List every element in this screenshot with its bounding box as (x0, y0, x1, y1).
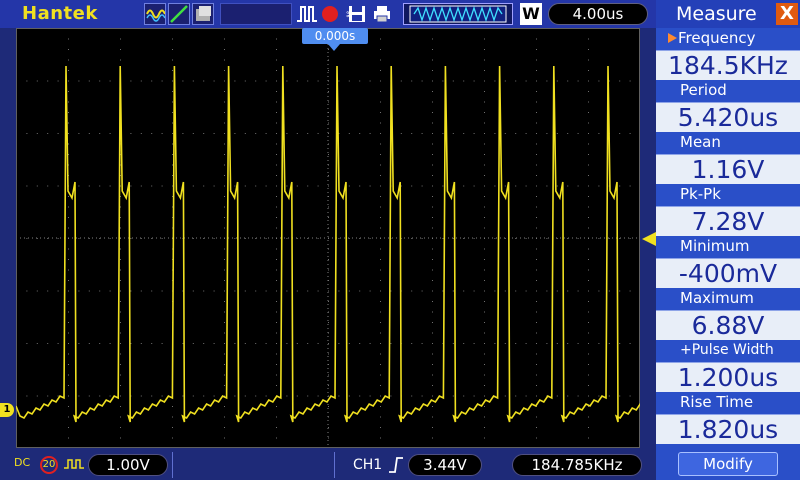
acquire-mode-icon (63, 456, 85, 472)
brand-logo: Hantek (22, 3, 98, 24)
toolbar-empty-slot (220, 3, 292, 25)
measure-value-frequency[interactable]: 184.5KHz (656, 50, 800, 80)
trigger-position-arrow-icon[interactable] (328, 44, 340, 51)
measure-label-period: Period (680, 81, 727, 99)
measure-label-rise-time: Rise Time (680, 393, 754, 411)
scope-display[interactable] (16, 28, 640, 448)
trigger-frequency-readout: 184.785KHz (512, 454, 642, 476)
measure-value-minimum[interactable]: -400mV (656, 258, 800, 288)
trigger-level-readout[interactable]: 3.44V (408, 454, 482, 476)
measure-label-mean: Mean (680, 133, 721, 151)
modify-button[interactable]: Modify (678, 452, 778, 476)
measure-label-pkpk: Pk-Pk (680, 185, 721, 203)
save-icon[interactable] (347, 4, 367, 24)
persistence-icon[interactable] (192, 3, 214, 25)
record-icon[interactable] (322, 6, 338, 22)
trigger-source-label: CH1 (353, 457, 383, 473)
status-separator (172, 452, 173, 478)
scope-canvas (16, 28, 640, 448)
close-button[interactable]: X (776, 3, 798, 25)
channel-1-marker[interactable]: 1 (0, 403, 14, 417)
ch1-scale-readout[interactable]: 1.00V (88, 454, 168, 476)
pulse-icon[interactable] (296, 3, 318, 25)
rising-edge-icon (388, 455, 404, 475)
sine-wave-icon[interactable] (144, 3, 166, 25)
mode-w-button[interactable]: W (520, 3, 542, 25)
waveform-mode-icons (144, 3, 214, 25)
ramp-icon[interactable] (168, 3, 190, 25)
measure-label-maximum: Maximum (680, 289, 754, 307)
print-icon[interactable] (372, 4, 392, 24)
top-toolbar: Hantek ✂ W 4.00us (0, 0, 656, 28)
measure-value-pkpk[interactable]: 7.28V (656, 206, 800, 236)
measure-value-period[interactable]: 5.420us (656, 102, 800, 132)
trigger-level-arrow-icon[interactable] (642, 232, 656, 246)
status-separator (334, 452, 335, 478)
waveform-overview-icon[interactable] (403, 3, 513, 25)
trigger-position-readout[interactable]: 0.000s (302, 28, 368, 44)
coupling-label: DC (14, 456, 31, 469)
bandwidth-limit-badge: 20 (40, 456, 58, 474)
measure-value-mean[interactable]: 1.16V (656, 154, 800, 184)
timebase-readout[interactable]: 4.00us (548, 3, 648, 25)
measure-value-maximum[interactable]: 6.88V (656, 310, 800, 340)
measure-value-rise-time[interactable]: 1.820us (656, 414, 800, 444)
measure-value-pulse-width[interactable]: 1.200us (656, 362, 800, 392)
measure-label-minimum: Minimum (680, 237, 750, 255)
measure-panel: Measure X Frequency 184.5KHz Period 5.42… (656, 0, 800, 480)
measure-label-frequency: Frequency (678, 29, 756, 47)
selected-arrow-icon (668, 33, 677, 43)
measure-label-pulse-width: +Pulse Width (680, 342, 774, 358)
